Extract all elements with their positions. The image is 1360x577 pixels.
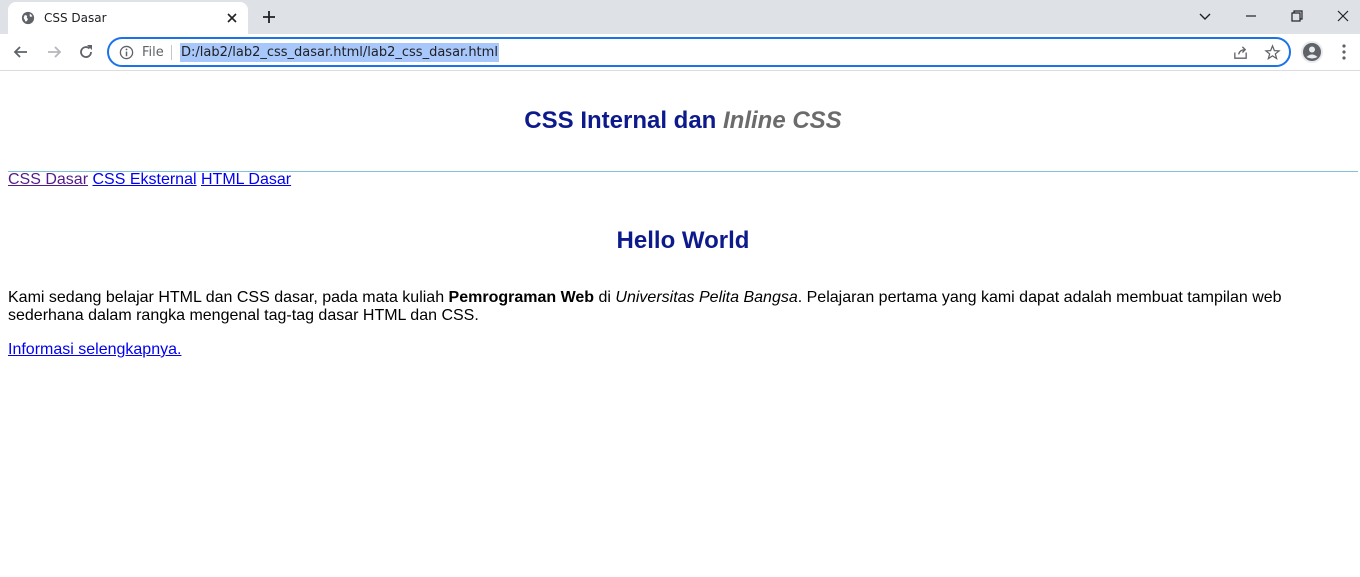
paragraph-italic-university: Universitas Pelita Bangsa	[615, 289, 798, 306]
tab-title: CSS Dasar	[44, 11, 107, 25]
more-info-link[interactable]: Informasi selengkapnya.	[8, 341, 181, 359]
tab-strip: CSS Dasar	[0, 0, 1360, 34]
browser-toolbar: File D:/lab2/lab2_css_dasar.html/lab2_cs…	[0, 34, 1360, 71]
info-icon[interactable]	[119, 45, 134, 60]
file-scheme-label: File	[142, 45, 164, 60]
person-icon	[1303, 43, 1321, 61]
page-title-inline-part: Inline CSS	[723, 107, 842, 134]
address-bar[interactable]: File D:/lab2/lab2_css_dasar.html/lab2_cs…	[107, 37, 1291, 67]
paragraph-text-2: di	[594, 289, 616, 306]
bookmark-star-icon[interactable]	[1264, 44, 1281, 61]
close-icon[interactable]	[225, 11, 239, 25]
reload-icon[interactable]	[76, 42, 96, 62]
profile-avatar[interactable]	[1301, 41, 1323, 63]
nav-link-css-eksternal[interactable]: CSS Eksternal	[92, 171, 196, 188]
page-content: CSS Internal dan Inline CSS CSS Dasar CS…	[0, 71, 1360, 577]
nav-link-html-dasar[interactable]: HTML Dasar	[201, 171, 291, 188]
share-icon[interactable]	[1232, 44, 1249, 61]
kebab-menu-icon[interactable]	[1336, 42, 1352, 62]
paragraph-text-1: Kami sedang belajar HTML dan CSS dasar, …	[8, 289, 449, 306]
url-text[interactable]: D:/lab2/lab2_css_dasar.html/lab2_css_das…	[180, 43, 499, 62]
intro-paragraph: Kami sedang belajar HTML dan CSS dasar, …	[8, 289, 1298, 325]
chevron-down-icon[interactable]	[1195, 6, 1215, 26]
minimize-icon[interactable]	[1241, 6, 1261, 26]
globe-icon	[21, 11, 35, 25]
page-title-part1: CSS Internal dan	[524, 107, 723, 134]
forward-arrow-icon[interactable]	[44, 42, 64, 62]
plus-icon[interactable]	[260, 8, 278, 26]
nav-menu: CSS Dasar CSS Eksternal HTML Dasar	[8, 171, 291, 189]
content-heading: Hello World	[616, 227, 750, 254]
omnibox-divider	[171, 45, 172, 60]
browser-tab[interactable]: CSS Dasar	[8, 2, 248, 34]
nav-link-css-dasar[interactable]: CSS Dasar	[8, 171, 88, 188]
paragraph-bold-course: Pemrograman Web	[448, 289, 595, 306]
page-title: CSS Internal dan Inline CSS	[0, 107, 1360, 135]
restore-icon[interactable]	[1287, 6, 1307, 26]
window-close-icon[interactable]	[1333, 6, 1353, 26]
back-arrow-icon[interactable]	[11, 42, 31, 62]
